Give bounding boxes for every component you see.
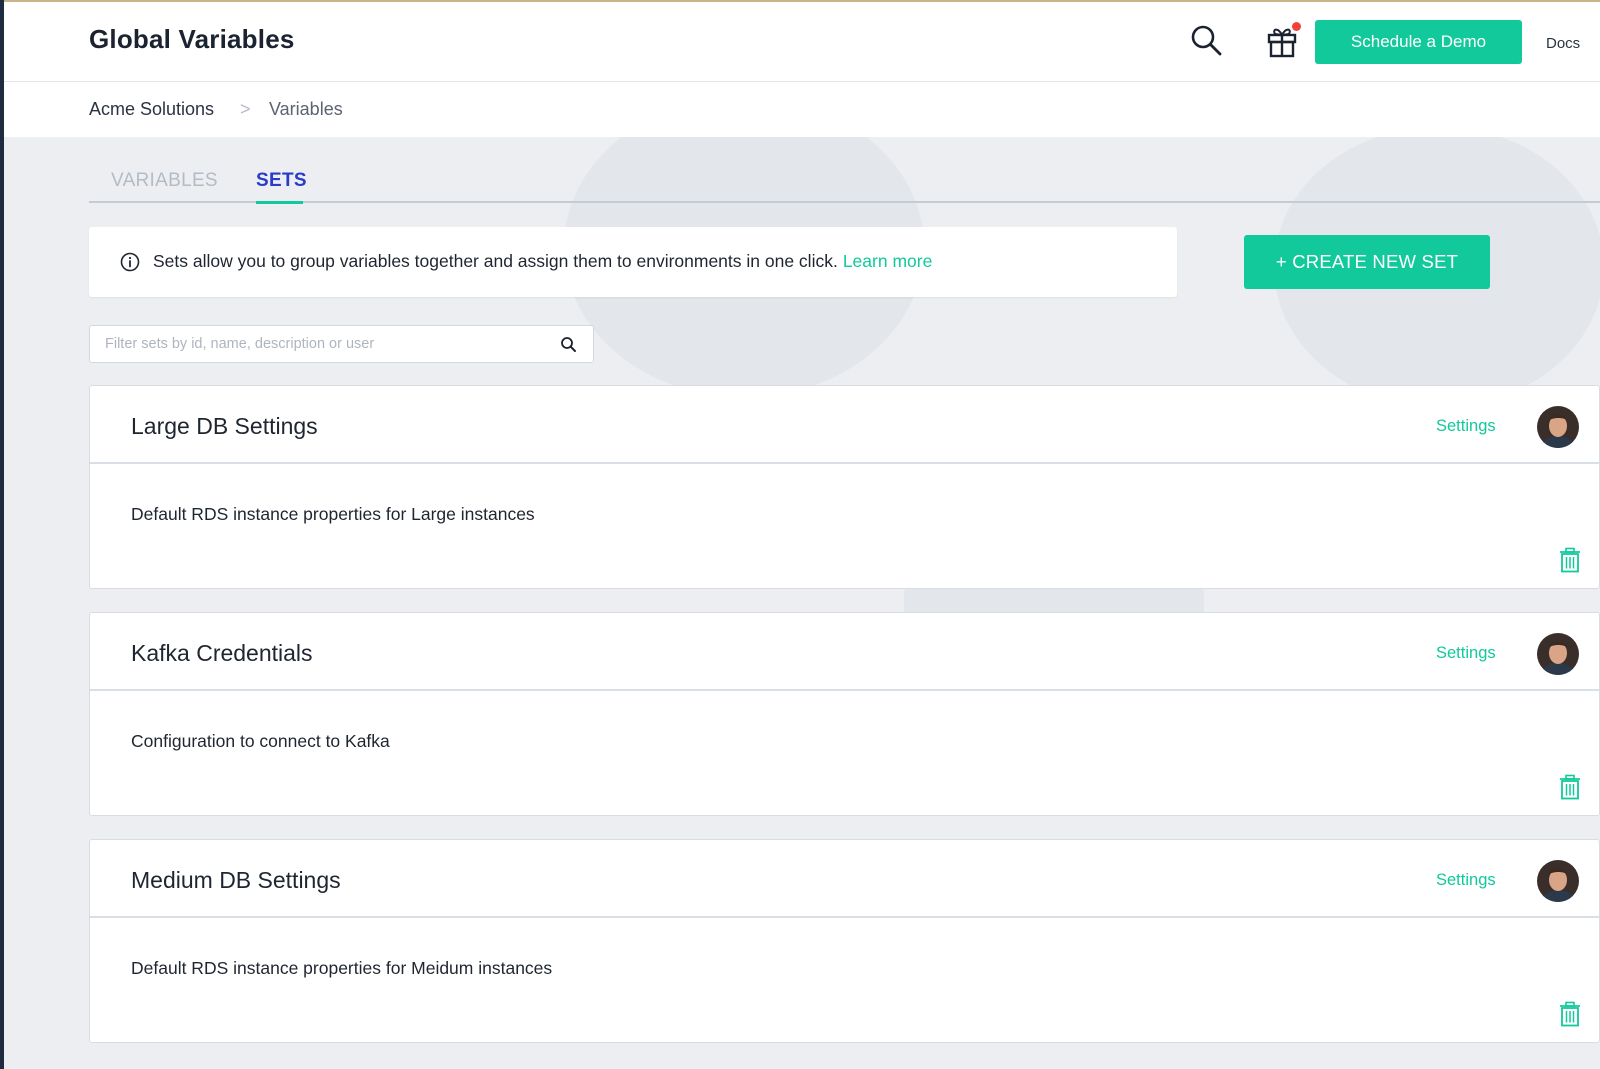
set-description: Default RDS instance properties for Larg… (131, 504, 535, 524)
set-card-header: Large DB Settings Settings (90, 386, 1599, 464)
tab-bar: VARIABLES SETS (89, 167, 1600, 204)
set-name[interactable]: Large DB Settings (131, 413, 318, 440)
create-new-set-button[interactable]: + CREATE NEW SET (1244, 235, 1490, 289)
info-message: Sets allow you to group variables togeth… (153, 251, 838, 271)
info-icon (120, 252, 140, 272)
set-card-header: Kafka Credentials Settings (90, 613, 1599, 691)
left-window-edge (0, 0, 4, 1069)
tab-sets[interactable]: SETS (256, 170, 307, 192)
set-name[interactable]: Kafka Credentials (131, 640, 313, 667)
search-icon[interactable] (1190, 24, 1224, 58)
set-settings-link[interactable]: Settings (1436, 871, 1496, 890)
notification-dot (1292, 22, 1301, 31)
breadcrumb-item-current: Variables (269, 99, 343, 119)
active-tab-indicator (256, 201, 303, 204)
set-card-header: Medium DB Settings Settings (90, 840, 1599, 918)
set-card: Medium DB Settings Settings Default RDS … (89, 839, 1600, 1043)
breadcrumb-separator-icon: > (240, 99, 251, 119)
set-card: Kafka Credentials Settings Configuration… (89, 612, 1600, 816)
app-header: Global Variables Schedule a Demo Docs (4, 2, 1600, 82)
avatar[interactable] (1537, 406, 1579, 448)
docs-link[interactable]: Docs (1546, 35, 1580, 52)
top-accent-bar (0, 0, 1600, 2)
breadcrumb-item-organization[interactable]: Acme Solutions (89, 99, 214, 120)
avatar[interactable] (1537, 860, 1579, 902)
trash-icon[interactable] (1558, 774, 1582, 800)
main-content: VARIABLES SETS Sets allow you to group v… (4, 137, 1600, 1069)
learn-more-link[interactable]: Learn more (843, 251, 933, 271)
info-text: Sets allow you to group variables togeth… (153, 251, 932, 272)
set-description: Default RDS instance properties for Meid… (131, 958, 553, 978)
filter-box (89, 325, 594, 363)
info-banner: Sets allow you to group variables togeth… (89, 227, 1177, 297)
search-icon[interactable] (560, 336, 577, 353)
gift-icon[interactable] (1266, 22, 1301, 60)
set-description: Configuration to connect to Kafka (131, 731, 390, 751)
avatar[interactable] (1537, 633, 1579, 675)
trash-icon[interactable] (1558, 1001, 1582, 1027)
schedule-demo-button[interactable]: Schedule a Demo (1315, 20, 1522, 64)
page-title: Global Variables (89, 24, 295, 54)
set-settings-link[interactable]: Settings (1436, 644, 1496, 663)
filter-sets-input[interactable] (90, 326, 550, 362)
set-name[interactable]: Medium DB Settings (131, 867, 341, 894)
breadcrumb: Acme Solutions > Variables (4, 82, 1600, 137)
trash-icon[interactable] (1558, 547, 1582, 573)
set-card: Large DB Settings Settings Default RDS i… (89, 385, 1600, 589)
set-settings-link[interactable]: Settings (1436, 417, 1496, 436)
tab-variables[interactable]: VARIABLES (111, 170, 218, 192)
